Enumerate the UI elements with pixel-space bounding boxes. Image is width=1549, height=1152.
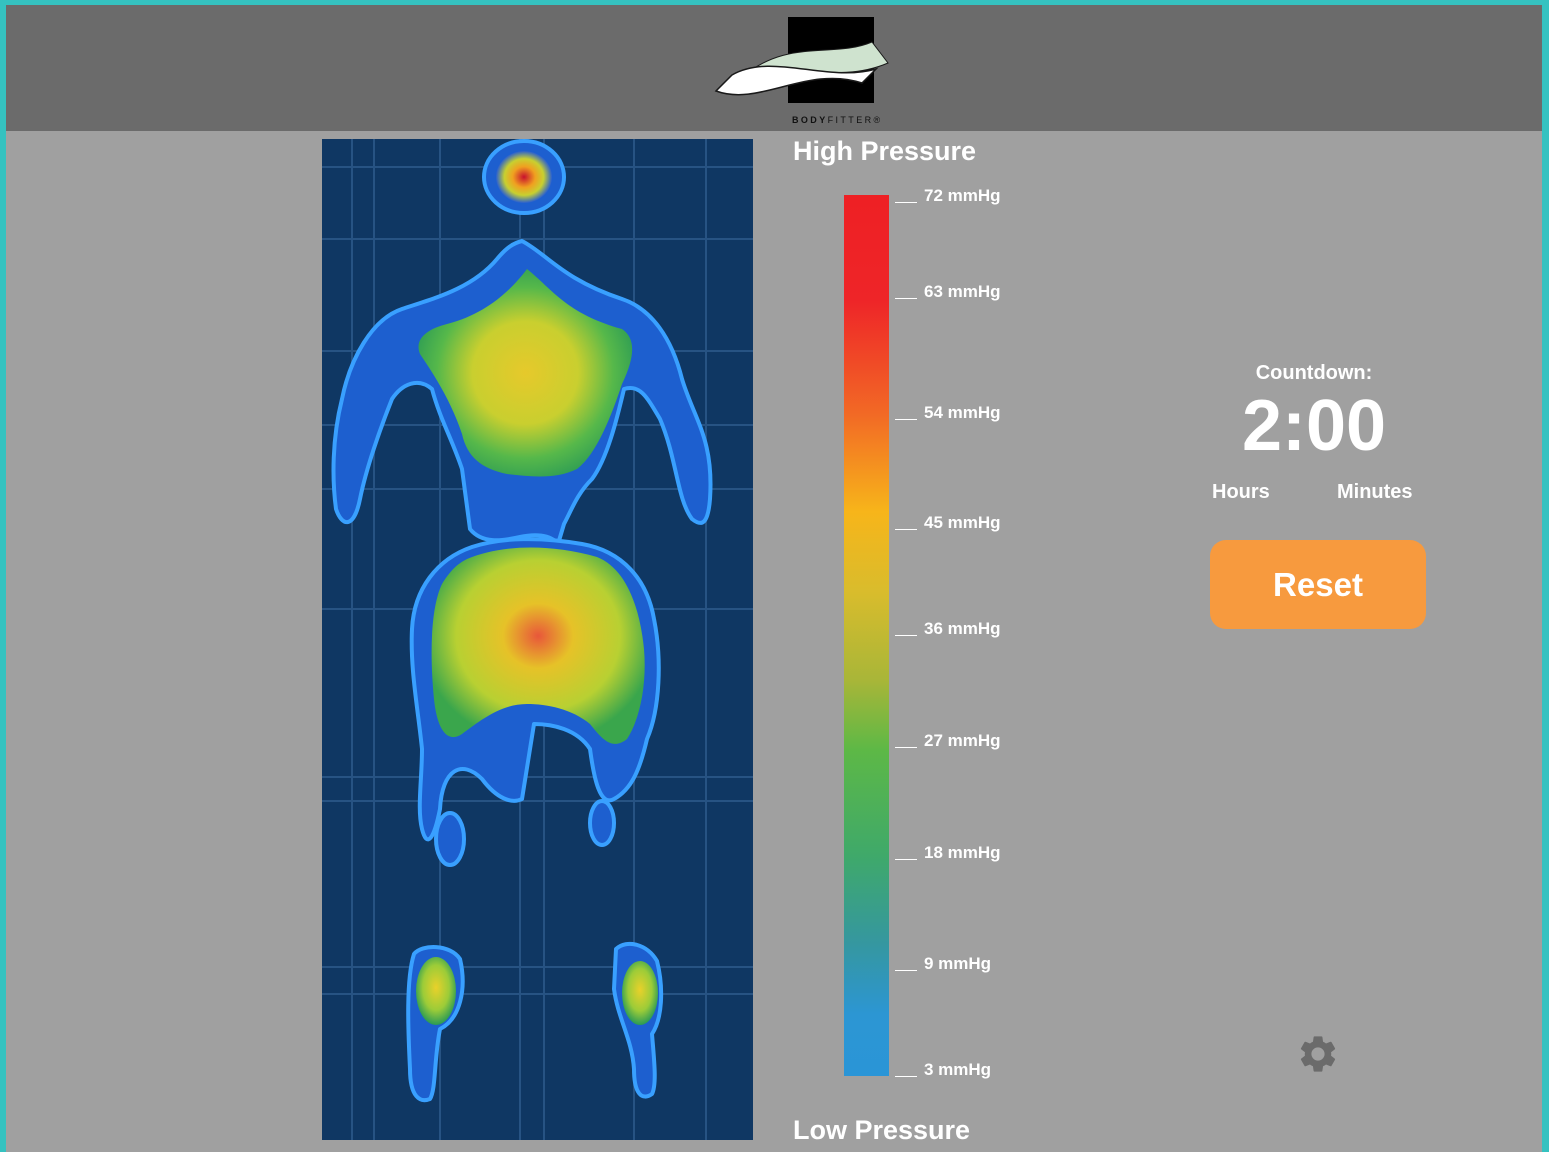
scale-tick: 72 mmHg <box>895 186 1001 206</box>
scale-tick: 63 mmHg <box>895 282 1001 302</box>
app-frame: BODYFITTER® High Pressure 72 mmHg 63 mmH… <box>6 5 1542 1152</box>
low-pressure-label: Low Pressure <box>793 1115 971 1145</box>
scale-tick: 18 mmHg <box>895 843 1001 863</box>
scale-tick: 45 mmHg <box>895 513 1001 533</box>
countdown-label: Countdown: <box>1255 362 1373 384</box>
gear-icon[interactable] <box>1296 1032 1340 1076</box>
pressure-color-scale <box>844 195 889 1076</box>
scale-tick: 36 mmHg <box>895 619 1001 639</box>
scale-tick: 27 mmHg <box>895 731 1001 751</box>
scale-tick: 54 mmHg <box>895 403 1001 423</box>
hours-label: Hours <box>1212 481 1270 503</box>
bodyfitter-logo: BODYFITTER® <box>712 17 892 127</box>
pressure-heatmap <box>322 139 753 1140</box>
minutes-label: Minutes <box>1337 481 1413 503</box>
scale-tick: 9 mmHg <box>895 954 991 974</box>
countdown-time: 2:00 <box>1241 386 1387 466</box>
high-pressure-label: High Pressure <box>793 136 977 166</box>
header-bar: BODYFITTER® <box>6 5 1542 131</box>
reset-button[interactable]: Reset <box>1210 540 1426 629</box>
scale-tick: 3 mmHg <box>895 1060 991 1080</box>
logo-wordmark: BODYFITTER® <box>792 115 883 125</box>
